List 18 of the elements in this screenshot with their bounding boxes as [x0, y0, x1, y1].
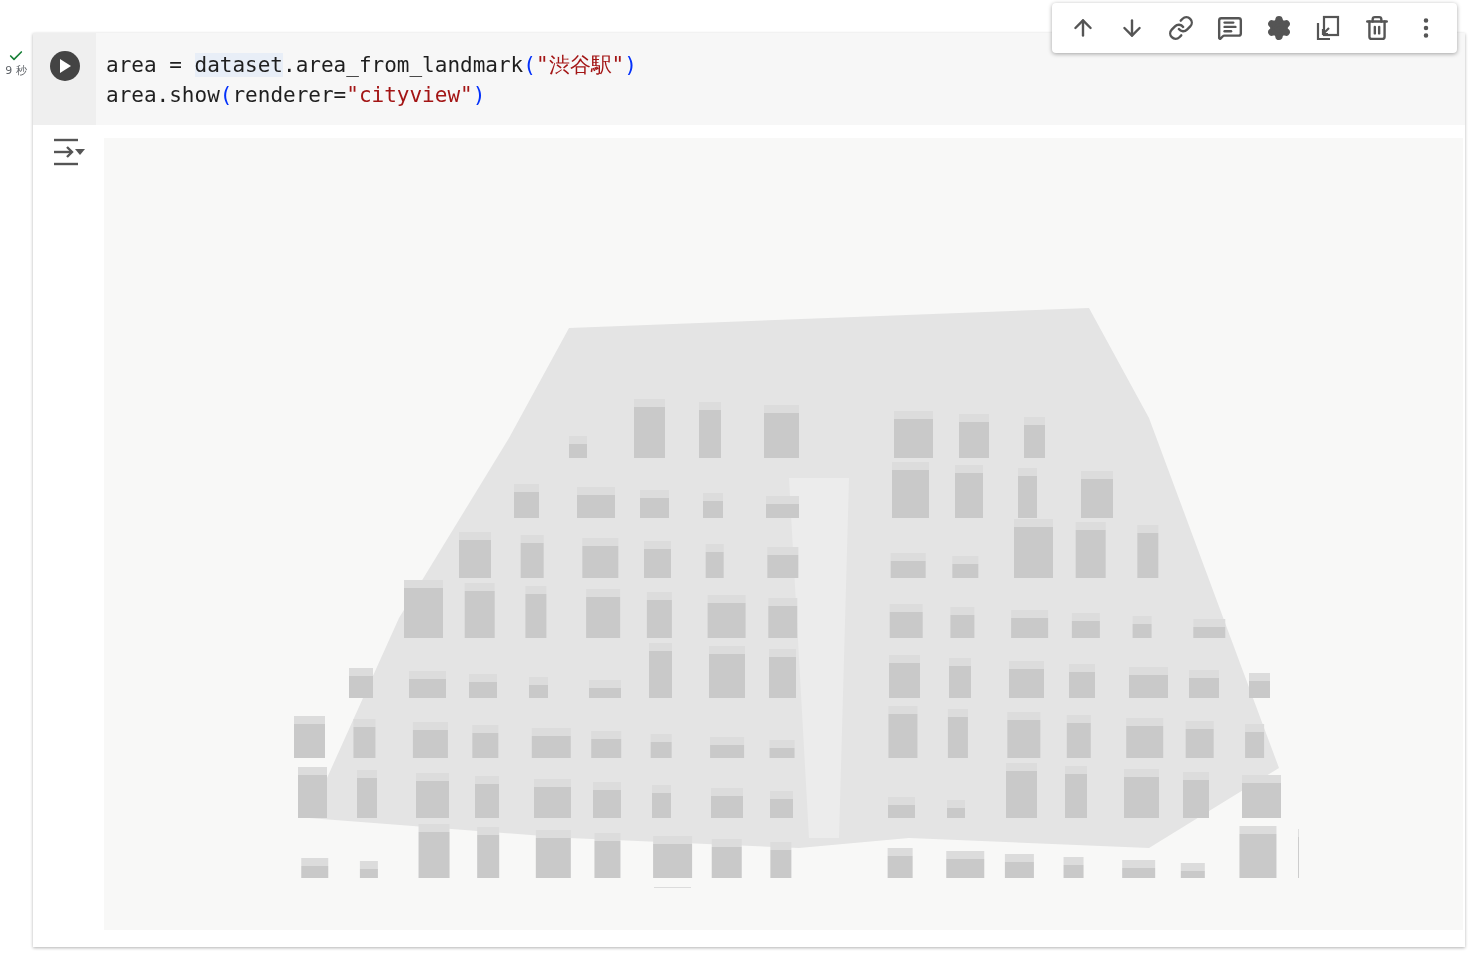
- code-token: area =: [106, 53, 183, 77]
- comment-icon[interactable]: [1216, 15, 1243, 41]
- code-token: renderer=: [232, 83, 347, 107]
- play-icon: [58, 59, 71, 73]
- code-token: area.show: [106, 83, 220, 107]
- code-token: (: [219, 83, 233, 107]
- code-token: "渋谷駅": [535, 53, 625, 77]
- run-cell-button[interactable]: [49, 51, 80, 81]
- code-token: ): [472, 83, 486, 107]
- code-token: .area_from_landmark: [283, 53, 524, 77]
- code-token: "cityview": [346, 83, 473, 107]
- delete-icon[interactable]: [1364, 15, 1391, 41]
- mirror-cell-icon[interactable]: [1315, 15, 1342, 41]
- execution-duration: 9 秒: [5, 64, 27, 78]
- code-token: (: [523, 53, 536, 77]
- code-token: dataset: [194, 53, 284, 77]
- link-icon[interactable]: [1167, 15, 1194, 41]
- code-token: ): [624, 53, 637, 77]
